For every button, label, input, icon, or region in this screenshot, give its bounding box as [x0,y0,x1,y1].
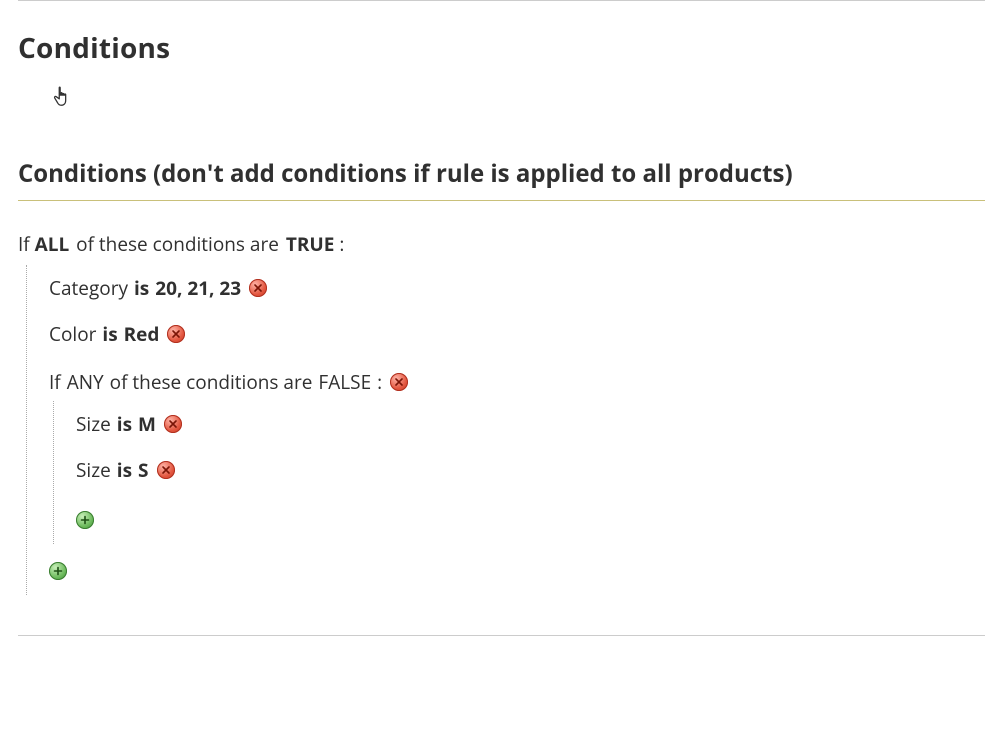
root-condition-line: If ALL of these conditions are TRUE : [18,231,985,257]
condition-operator[interactable]: is [134,275,149,301]
condition-attribute[interactable]: Size [76,411,111,437]
condition-operator[interactable]: is [102,321,117,347]
condition-attribute[interactable]: Size [76,457,111,483]
condition-row: Size is M [76,401,985,447]
add-condition-row [49,544,985,595]
condition-attribute[interactable]: Color [49,321,96,347]
condition-value[interactable]: Red [124,321,160,347]
remove-icon[interactable] [157,461,175,479]
condition-value[interactable]: S [138,457,148,483]
condition-operator[interactable]: is [117,457,132,483]
nested-prefix: If [49,369,61,395]
condition-value[interactable]: 20, 21, 23 [155,275,241,301]
remove-icon[interactable] [249,279,267,297]
page-title: Conditions [18,29,985,67]
nested-combine-row: If ANY of these conditions are FALSE : [49,357,985,401]
condition-row: Category is 20, 21, 23 [49,265,985,311]
bottom-divider [18,635,985,636]
remove-icon[interactable] [167,325,185,343]
conditions-legend: Conditions (don't add conditions if rule… [18,157,985,190]
condition-row: Color is Red [49,311,985,357]
nested-conditions-tree: Size is M Size is S [53,401,985,544]
root-aggregator[interactable]: ALL [35,231,70,257]
condition-attribute[interactable]: Category [49,275,128,301]
add-nested-condition-row [76,493,985,544]
condition-operator[interactable]: is [117,411,132,437]
root-middle: of these conditions are [76,231,279,257]
root-value[interactable]: TRUE [286,231,335,257]
condition-value[interactable]: M [138,411,156,437]
nested-suffix: : [377,369,382,395]
hand-cursor-icon [51,85,73,109]
remove-icon[interactable] [390,373,408,391]
conditions-tree: Category is 20, 21, 23 Color is Red If A… [26,265,985,595]
nested-aggregator[interactable]: ANY [67,369,104,395]
add-icon[interactable] [49,562,67,580]
collapse-area[interactable] [18,79,985,139]
remove-icon[interactable] [164,415,182,433]
root-suffix: : [339,231,344,257]
nested-value[interactable]: FALSE [318,369,371,395]
add-icon[interactable] [76,511,94,529]
legend-divider [18,200,985,201]
nested-middle: of these conditions are [110,369,313,395]
root-prefix: If [18,231,30,257]
condition-row: Size is S [76,447,985,493]
top-divider [18,0,985,1]
